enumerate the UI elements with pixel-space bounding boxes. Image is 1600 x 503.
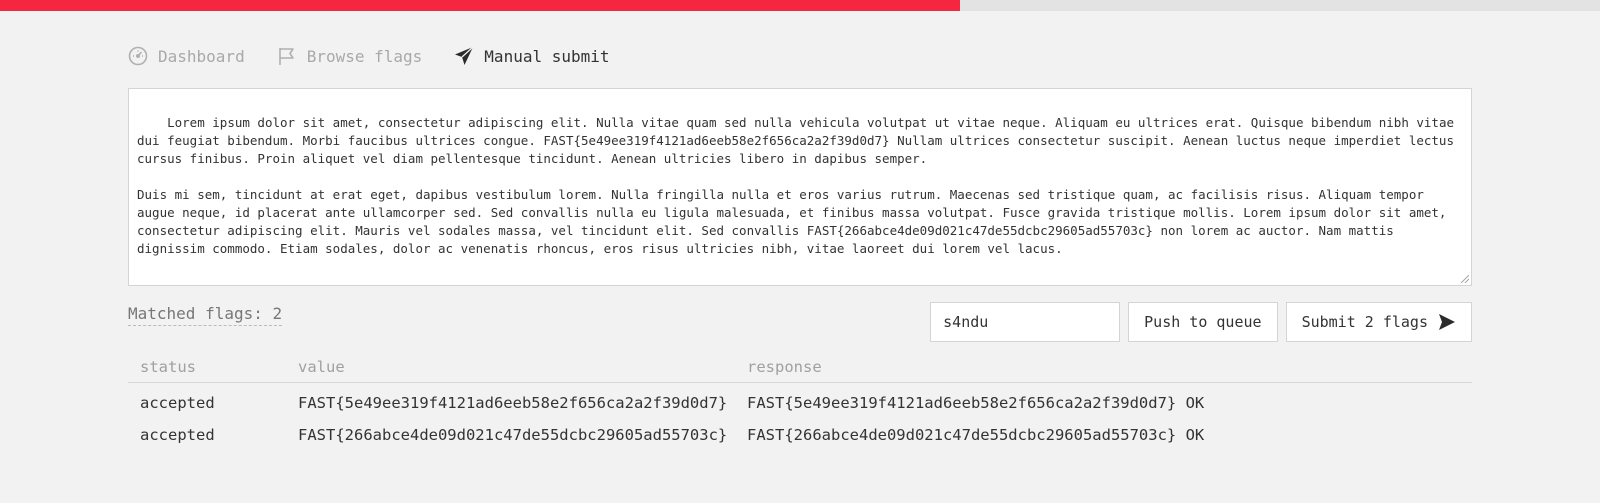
nav-item-manual-submit[interactable]: Manual submit [454,46,610,66]
row-response: FAST{266abce4de09d021c47de55dcbc29605ad5… [747,426,1205,444]
flag-icon [278,48,294,65]
top-nav: Dashboard Browse flags Manual submit [128,46,1472,66]
nav-item-label: Dashboard [158,46,245,66]
nav-item-browse-flags[interactable]: Browse flags [277,46,423,66]
column-header-value[interactable]: value [290,350,743,383]
row-response: FAST{5e49ee319f4121ad6eeb58e2f656ca2a2f3… [747,394,1205,412]
column-header-response[interactable]: response [743,350,1472,383]
nav-item-label: Browse flags [306,46,423,66]
row-value: FAST{266abce4de09d021c47de55dcbc29605ad5… [298,426,728,444]
row-value: FAST{5e49ee319f4121ad6eeb58e2f656ca2a2f3… [298,394,728,412]
progress-bar [0,0,1600,11]
submit-controls: Matched flags: 2 Push to queue Submit 2 … [128,302,1472,342]
push-to-queue-label: Push to queue [1144,313,1262,331]
send-arrow-icon [1439,314,1455,330]
nav-item-label: Manual submit [484,46,610,66]
paper-plane-icon [455,46,474,65]
submit-flags-label: Submit 2 flags [1301,313,1428,331]
table-header-row: status value response [128,350,1472,383]
flags-text-input[interactable]: Lorem ipsum dolor sit amet, consectetur … [128,88,1472,286]
flags-table: status value response accepted FAST{5e49… [128,350,1472,451]
nav-item-dashboard[interactable]: Dashboard [128,46,245,66]
resize-handle[interactable] [1461,275,1469,283]
progress-bar-fill [0,0,960,11]
gauge-icon [128,46,148,66]
team-name-input[interactable] [930,302,1121,342]
matched-flags-count: Matched flags: 2 [128,304,283,326]
table-row: accepted FAST{266abce4de09d021c47de55dcb… [128,419,1472,451]
row-status: accepted [140,394,215,412]
submit-flags-button[interactable]: Submit 2 flags [1285,302,1472,342]
row-status: accepted [140,426,215,444]
flags-text-content: Lorem ipsum dolor sit amet, consectetur … [137,115,1454,256]
push-to-queue-button[interactable]: Push to queue [1128,302,1278,342]
main-content: Dashboard Browse flags Manual submit Lor… [128,46,1472,451]
table-row: accepted FAST{5e49ee319f4121ad6eeb58e2f6… [128,383,1472,420]
column-header-status[interactable]: status [128,350,290,383]
